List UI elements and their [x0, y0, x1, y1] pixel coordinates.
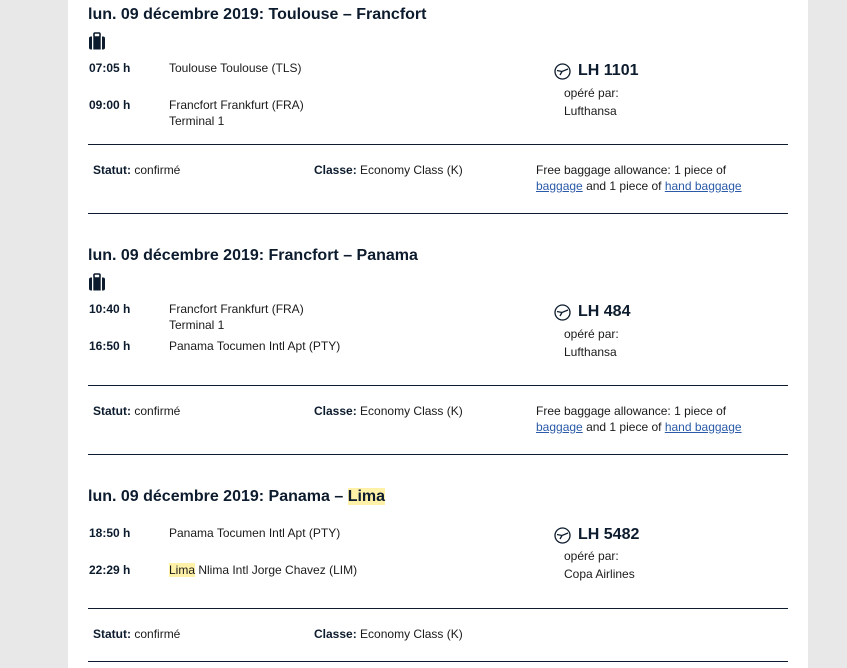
class-info: Classe: Economy Class (K): [314, 626, 463, 642]
operated-by: opéré par: Copa Airlines: [564, 547, 635, 583]
arrival-terminal: Terminal 1: [169, 114, 225, 128]
class-value: Economy Class (K): [360, 404, 463, 418]
baggage-link[interactable]: baggage: [536, 420, 583, 434]
status-label: Statut:: [93, 627, 131, 641]
baggage-text: Free baggage allowance: 1 piece of: [536, 404, 727, 418]
lufthansa-crane-icon: [554, 526, 571, 544]
arrival-place-rest: Nlima Intl Jorge Chavez (LIM): [195, 563, 358, 577]
operated-by-label: opéré par:: [564, 86, 619, 100]
operator-name: Lufthansa: [564, 104, 617, 118]
departure-place: Toulouse Toulouse (TLS): [169, 61, 302, 75]
flight-number-text: LH 5482: [578, 526, 640, 543]
flight-segment-3: lun. 09 décembre 2019: Panama – Lima 18:…: [88, 488, 788, 668]
segment-title: lun. 09 décembre 2019: Francfort – Panam…: [88, 247, 418, 264]
flight-number: LH 484: [554, 303, 630, 321]
class-info: Classe: Economy Class (K): [314, 403, 463, 419]
arrival-airport: Francfort Frankfurt (FRA): [169, 98, 304, 112]
operated-by-label: opéré par:: [564, 549, 619, 563]
class-label: Classe:: [314, 404, 357, 418]
departure-airport: Francfort Frankfurt (FRA): [169, 302, 304, 316]
segment-title: lun. 09 décembre 2019: Panama – Lima: [88, 488, 386, 506]
departure-time: 10:40 h: [89, 302, 131, 316]
departure-time: 07:05 h: [89, 61, 131, 75]
class-info: Classe: Economy Class (K): [314, 162, 463, 178]
flight-number-text: LH 1101: [578, 62, 639, 79]
departure-terminal: Terminal 1: [169, 318, 225, 332]
status-info: Statut: confirmé: [93, 162, 180, 178]
baggage-text-2: and 1 piece of: [586, 420, 662, 434]
divider: [88, 144, 788, 145]
baggage-allowance: Free baggage allowance: 1 piece of bagga…: [536, 162, 766, 194]
departure-place: Panama Tocumen Intl Apt (PTY): [169, 526, 341, 540]
flight-number: LH 1101: [554, 62, 638, 80]
operated-by-label: opéré par:: [564, 327, 619, 341]
operated-by: opéré par: Lufthansa: [564, 325, 619, 361]
class-label: Classe:: [314, 627, 357, 641]
arrival-place: Francfort Frankfurt (FRA) Terminal 1: [169, 97, 304, 129]
arrival-place: Lima Nlima Intl Jorge Chavez (LIM): [169, 562, 357, 578]
status-info: Statut: confirmé: [93, 403, 180, 419]
arrival-time: 16:50 h: [89, 339, 131, 353]
flight-number: LH 5482: [554, 526, 639, 544]
departure-time: 18:50 h: [89, 526, 131, 540]
divider: [88, 213, 788, 214]
status-value: confirmé: [134, 404, 181, 418]
arrival-time: 22:29 h: [89, 563, 131, 577]
itinerary-page: lun. 09 décembre 2019: Toulouse – Francf…: [68, 0, 808, 668]
departure-place: Francfort Frankfurt (FRA) Terminal 1: [169, 301, 304, 333]
divider: [88, 608, 788, 609]
lufthansa-crane-icon: [554, 62, 571, 80]
flight-number-text: LH 484: [578, 303, 631, 320]
status-label: Statut:: [93, 163, 131, 177]
arrival-place-highlight: Lima: [169, 563, 196, 577]
class-value: Economy Class (K): [360, 163, 463, 177]
segment-title-prefix: lun. 09 décembre 2019: Panama –: [88, 488, 348, 505]
hand-baggage-link[interactable]: hand baggage: [665, 420, 742, 434]
status-label: Statut:: [93, 404, 131, 418]
suitcase-icon: [89, 273, 105, 291]
status-value: confirmé: [134, 163, 181, 177]
flight-segment-1: lun. 09 décembre 2019: Toulouse – Francf…: [88, 6, 788, 216]
class-label: Classe:: [314, 163, 357, 177]
segment-title: lun. 09 décembre 2019: Toulouse – Francf…: [88, 6, 427, 23]
arrival-time: 09:00 h: [89, 98, 131, 112]
baggage-link[interactable]: baggage: [536, 179, 583, 193]
suitcase-icon: [89, 32, 105, 50]
status-info: Statut: confirmé: [93, 626, 180, 642]
baggage-allowance: Free baggage allowance: 1 piece of bagga…: [536, 403, 766, 435]
operator-name: Copa Airlines: [564, 567, 635, 581]
status-value: confirmé: [134, 627, 181, 641]
flight-segment-2: lun. 09 décembre 2019: Francfort – Panam…: [88, 247, 788, 457]
segment-title-highlight: Lima: [347, 488, 386, 505]
hand-baggage-link[interactable]: hand baggage: [665, 179, 742, 193]
operator-name: Lufthansa: [564, 345, 617, 359]
divider: [88, 661, 788, 662]
baggage-text: Free baggage allowance: 1 piece of: [536, 163, 727, 177]
lufthansa-crane-icon: [554, 303, 571, 321]
divider: [88, 454, 788, 455]
arrival-place: Panama Tocumen Intl Apt (PTY): [169, 339, 341, 353]
class-value: Economy Class (K): [360, 627, 463, 641]
divider: [88, 385, 788, 386]
operated-by: opéré par: Lufthansa: [564, 84, 619, 120]
baggage-text-2: and 1 piece of: [586, 179, 662, 193]
